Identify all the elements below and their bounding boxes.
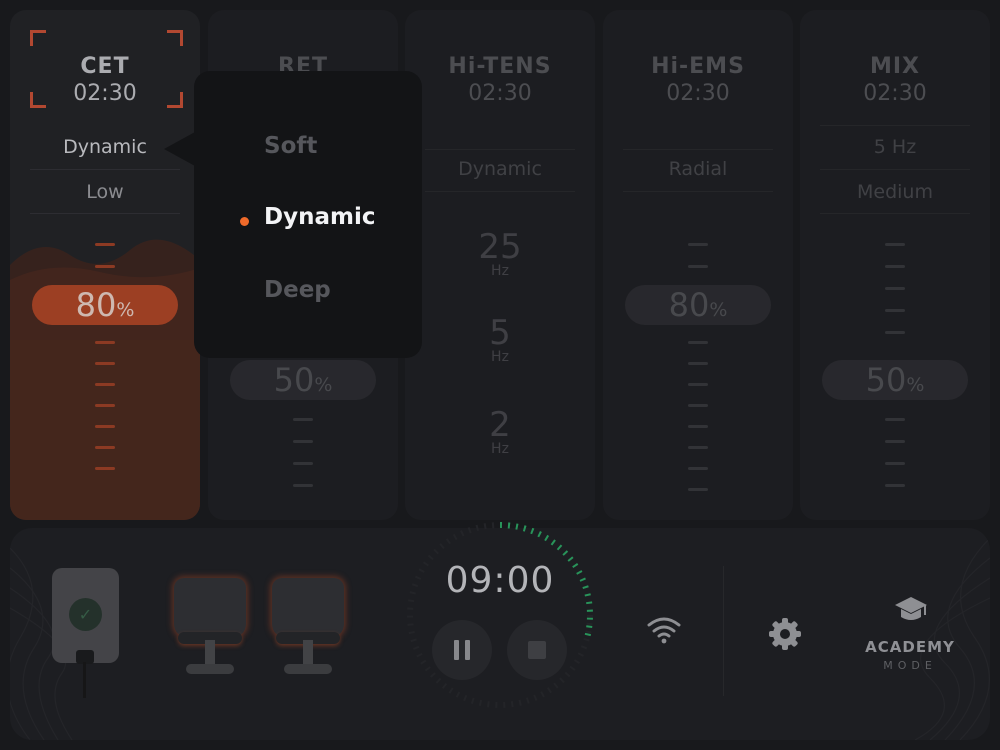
dropdown-option-dynamic[interactable]: Dynamic: [264, 204, 375, 230]
modal-backdrop[interactable]: [0, 0, 1000, 750]
technique-dropdown: Soft Dynamic Deep: [194, 71, 422, 358]
dropdown-option-deep[interactable]: Deep: [264, 277, 331, 303]
popup-pointer: [164, 132, 195, 166]
dropdown-option-soft[interactable]: Soft: [264, 133, 317, 159]
selected-indicator-icon: [240, 217, 249, 226]
treatment-screen: CET 02:30 Dynamic Low 80% RET 50% Hi-TEN…: [0, 0, 1000, 750]
